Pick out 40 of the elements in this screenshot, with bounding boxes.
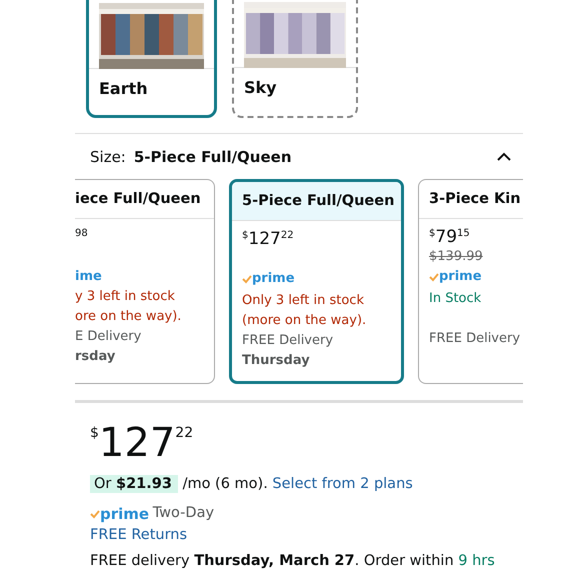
stock-status: In Stock [429,290,482,308]
stock-note: (more on the way). [242,312,368,330]
size-option-card[interactable]: 5-Piece Full/Queen $^{$}$127$^{22}$ prime Only 3 left in stock (more on the way). FREE Delivery Thursday [229,178,404,384]
prime-label: ime [75,268,102,286]
prime-label: prime [90,502,150,526]
color-swatch[interactable]: Earth [86,0,217,118]
delivery-day: Thursday [242,351,391,372]
option-title: iece Full/Queen [75,180,214,220]
option-price: $^{$}$79$^{15}$ [429,227,471,248]
check-icon [429,272,439,282]
delivery-label: E Delivery [75,328,142,346]
color-swatch[interactable]: Sky [232,0,358,118]
plans-link[interactable]: Select from 2 plans [272,476,413,492]
price: $^{$}$127$^{22}$ [90,418,194,466]
delivery-day: rsday [75,347,204,368]
swatch-label: Earth [98,78,149,100]
delivery-label: FREE Delivery [242,332,334,350]
shipping-speed: Two-Day [152,504,214,524]
prime-label: prime [429,267,482,288]
stock-status: Only 3 left in stock [242,292,365,310]
check-icon [90,509,100,519]
returns-link[interactable]: FREE Returns [90,527,188,544]
check-icon [242,274,252,284]
prime-label: prime [242,269,295,290]
chevron-up-icon[interactable] [497,152,511,162]
list-price: $139.99 [429,248,484,266]
size-option-card[interactable]: 3-Piece Kin $^{$}$79$^{15}$ $139.99 prime In Stock FREE Delivery [418,178,523,384]
option-title: 5-Piece Full/Queen [232,182,401,222]
delivery-label: FREE Delivery [429,330,522,348]
installment-terms: /mo (6 mo). [182,476,268,492]
stock-note: ore on the way). [75,308,182,326]
size-value: 5-Piece Full/Queen [134,147,292,168]
size-label: Size: [90,147,126,168]
option-price: $^{$}$127$^{22}$ [242,229,295,250]
delivery-info: FREE delivery Thursday, March 27. Order within 9 hrs [90,552,496,571]
option-price: 98 [75,227,89,242]
option-title: 3-Piece Kin [419,180,523,220]
installment-price: Or $21.93 [90,474,178,493]
stock-status: y 3 left in stock [75,288,176,306]
swatch-label: Sky [243,77,278,99]
